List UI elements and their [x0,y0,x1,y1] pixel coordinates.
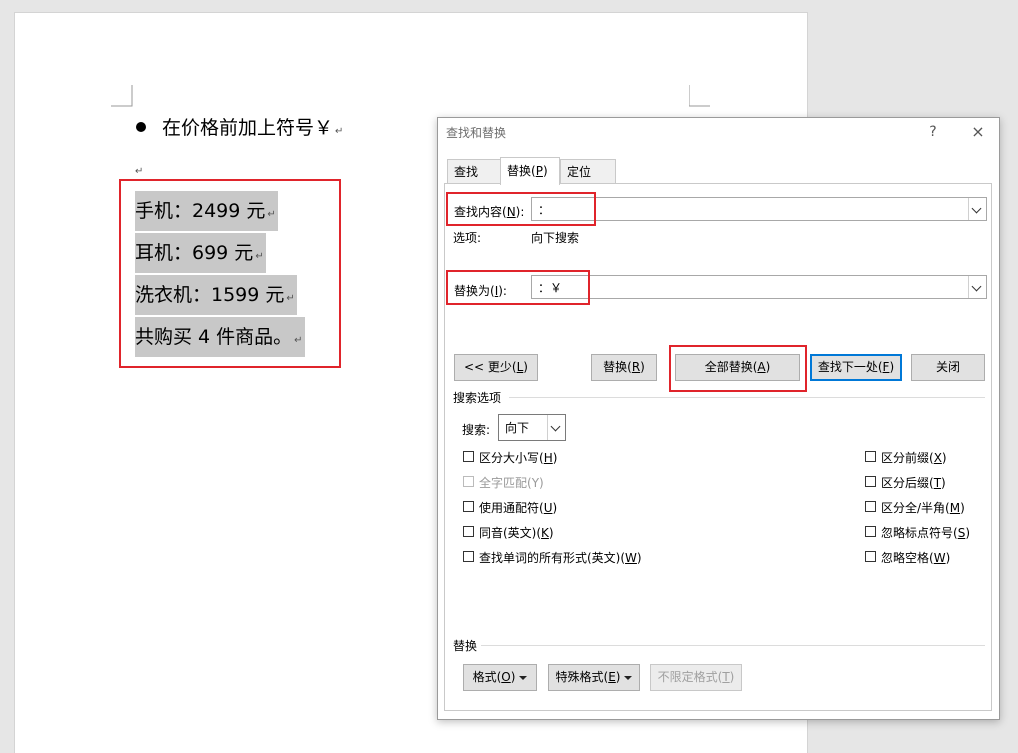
options-value: 向下搜索 [531,231,580,245]
replace-button[interactable]: 替换(R) [591,354,657,381]
match-width-label: 区分全/半角(M) [881,501,965,515]
search-direction-label: 搜索: [462,423,491,437]
no-formatting-button[interactable]: 不限定格式(T) [650,664,742,691]
match-prefix-label: 区分前缀(X) [881,451,947,465]
divider [509,397,985,398]
less-button[interactable]: << 更少(L) [454,354,538,381]
checkbox-ignore-punctuation[interactable] [865,526,876,537]
paragraph-mark: ↵ [335,126,344,137]
search-direction-value: 向下 [505,421,530,435]
search-direction-dropdown[interactable] [547,415,565,440]
checkbox-match-prefix[interactable] [865,451,876,462]
find-input[interactable]: ： [531,197,987,221]
find-next-button[interactable]: 查找下一处(F) [810,354,902,381]
checkbox-whole-word[interactable] [463,476,474,487]
tab-find[interactable]: 查找(D) [447,159,501,203]
whole-word-label: 全字匹配(Y) [479,476,544,490]
find-highlight-box [446,192,596,226]
match-suffix-label: 区分后缀(T) [881,476,946,490]
replace-section-heading: 替换 [453,639,478,653]
checkbox-wildcards[interactable] [463,501,474,512]
help-button[interactable]: ? [921,121,945,143]
dialog-close-button[interactable]: 关闭 [911,354,985,381]
chevron-down-icon [550,421,561,432]
bullet-icon [136,122,146,132]
sounds-like-label: 同音(英文)(K) [479,526,554,540]
checkbox-sounds-like[interactable] [463,526,474,537]
checkbox-ignore-whitespace[interactable] [865,551,876,562]
search-direction-select[interactable]: 向下 [498,414,566,441]
checkbox-match-width[interactable] [865,501,876,512]
replace-all-highlight-box [669,345,807,392]
chevron-down-icon [971,281,982,292]
chevron-down-icon [971,203,982,214]
tab-goto[interactable]: 定位(G) [560,159,616,203]
bullet-paragraph[interactable]: 在价格前加上符号￥ ↵ [162,114,343,146]
replace-highlight-box [446,270,590,305]
find-dropdown-button[interactable] [968,198,986,220]
format-button[interactable]: 格式(O) [463,664,537,691]
ignore-punctuation-label: 忽略标点符号(S) [881,526,970,540]
tab-replace[interactable]: 替换(P) [500,157,560,185]
margin-corner-top-right [689,85,710,107]
dialog-title: 查找和替换 [446,126,507,140]
margin-corner-top-left [111,85,133,107]
options-label: 选项: [453,231,482,245]
all-word-forms-label: 查找单词的所有形式(英文)(W) [479,551,642,565]
special-format-button[interactable]: 特殊格式(E) [548,664,640,691]
doc-highlight-box [119,179,341,368]
checkbox-all-word-forms[interactable] [463,551,474,562]
replace-tab-panel: 查找内容(N): ： 选项: 向下搜索 替换为(I): ：￥ << 更少(L) … [444,183,992,711]
bullet-text: 在价格前加上符号￥ [162,117,334,139]
search-options-heading: 搜索选项 [453,391,502,405]
replace-input[interactable]: ：￥ [531,275,987,299]
ignore-whitespace-label: 忽略空格(W) [881,551,951,565]
match-case-label: 区分大小写(H) [479,451,558,465]
dropdown-arrow-icon [519,675,528,680]
wildcards-label: 使用通配符(U) [479,501,558,515]
dropdown-arrow-icon [624,675,633,680]
close-icon[interactable]: × [966,121,990,143]
checkbox-match-case[interactable] [463,451,474,462]
checkbox-match-suffix[interactable] [865,476,876,487]
find-replace-dialog: 查找和替换 ? × 查找(D) 替换(P) 定位(G) 查找内容(N): ： 选… [437,117,1000,720]
divider [481,645,985,646]
empty-paragraph-mark: ↵ [135,166,144,177]
replace-dropdown-button[interactable] [968,276,986,298]
